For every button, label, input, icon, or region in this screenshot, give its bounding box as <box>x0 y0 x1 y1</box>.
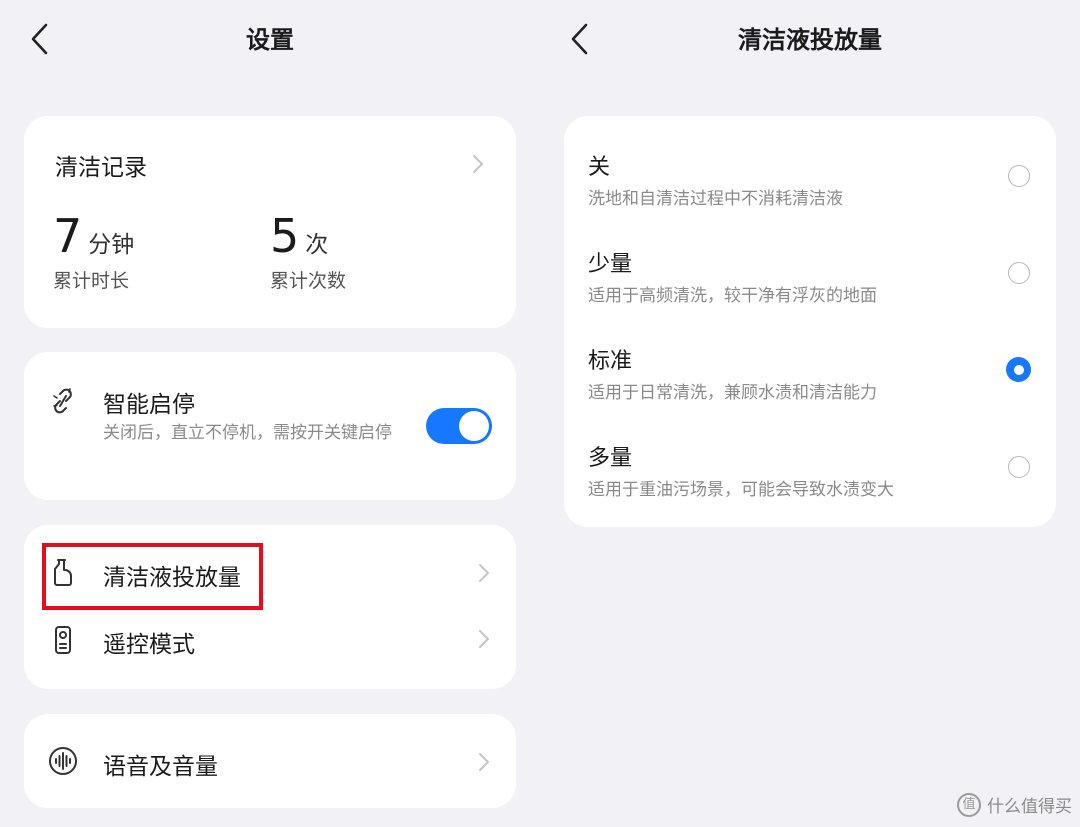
duration-unit: 分钟 <box>88 232 135 258</box>
menu-item-label: 遥控模式 <box>103 632 195 658</box>
settings-header: 设置 <box>0 0 540 78</box>
duration-label: 累计时长 <box>53 270 130 292</box>
chevron-right-icon <box>479 630 489 648</box>
duration-stat: 7 分钟 累计时长 <box>53 208 134 293</box>
option-off[interactable]: 关 洗地和自清洁过程中不消耗清洁液 <box>564 116 1056 213</box>
option-standard[interactable]: 标准 适用于日常清洗，兼顾水渍和清洁能力 <box>564 310 1056 407</box>
watermark-logo-icon: 值 <box>957 792 981 817</box>
radio-button[interactable] <box>1008 165 1030 187</box>
remote-icon <box>55 626 71 654</box>
smart-start-stop-title: 智能启停 <box>103 392 195 418</box>
option-desc: 适用于高频清洗，较干净有浮灰的地面 <box>588 286 877 306</box>
count-value: 5 <box>270 209 300 263</box>
option-label: 少量 <box>588 252 633 277</box>
record-title: 清洁记录 <box>55 155 147 181</box>
option-desc: 适用于日常清洗，兼顾水渍和清洁能力 <box>588 383 877 403</box>
option-label: 多量 <box>588 446 633 471</box>
count-unit: 次 <box>305 232 329 258</box>
option-desc: 洗地和自清洁过程中不消耗清洁液 <box>588 189 843 209</box>
cleaner-dosage-panel: 清洁液投放量 关 洗地和自清洁过程中不消耗清洁液 少量 适用于高频清洗，较干净有… <box>540 0 1080 827</box>
chevron-right-icon <box>479 753 489 771</box>
watermark-text: 什么值得买 <box>987 797 1072 817</box>
smart-start-stop-card: 智能启停 关闭后，直立不停机，需按开关键启停 <box>24 352 516 500</box>
chevron-right-icon <box>479 564 489 582</box>
toggle-knob <box>459 411 489 441</box>
voice-card[interactable]: 语音及音量 <box>24 714 516 808</box>
cleaning-record-card[interactable]: 清洁记录 7 分钟 累计时长 5次 累计次数 <box>24 116 516 328</box>
option-low[interactable]: 少量 适用于高频清洗，较干净有浮灰的地面 <box>564 213 1056 310</box>
settings-panel: 设置 清洁记录 7 分钟 累计时长 5次 累计次数 智能启停 关闭后，直立不停机，… <box>0 0 540 827</box>
smart-start-stop-desc: 关闭后，直立不停机，需按开关键启停 <box>103 423 392 443</box>
option-label: 标准 <box>588 349 633 374</box>
page-title: 设置 <box>246 26 294 54</box>
radio-button[interactable] <box>1008 262 1030 284</box>
dosage-header: 清洁液投放量 <box>540 0 1080 78</box>
watermark: 值 什么值得买 <box>957 792 1072 817</box>
radio-button-selected[interactable] <box>1006 357 1031 382</box>
dosage-options-card: 关 洗地和自清洁过程中不消耗清洁液 少量 适用于高频清洗，较干净有浮灰的地面 标… <box>564 116 1056 527</box>
sound-wave-icon <box>49 747 77 775</box>
count-stat: 5次 累计次数 <box>270 208 346 293</box>
smart-start-stop-toggle[interactable] <box>426 408 492 444</box>
link-break-icon <box>53 388 72 414</box>
voice-label: 语音及音量 <box>103 754 218 780</box>
radio-button[interactable] <box>1008 456 1030 478</box>
option-label: 关 <box>588 155 611 180</box>
menu-item-remote-mode[interactable]: 遥控模式 <box>24 619 516 689</box>
highlight-box <box>42 543 263 610</box>
option-high[interactable]: 多量 适用于重油污场景，可能会导致水渍变大 <box>564 407 1056 504</box>
chevron-right-icon <box>473 155 483 173</box>
option-desc: 适用于重油污场景，可能会导致水渍变大 <box>588 480 894 500</box>
count-label: 累计次数 <box>270 270 347 292</box>
page-title: 清洁液投放量 <box>738 26 882 54</box>
duration-value: 7 <box>53 209 83 263</box>
